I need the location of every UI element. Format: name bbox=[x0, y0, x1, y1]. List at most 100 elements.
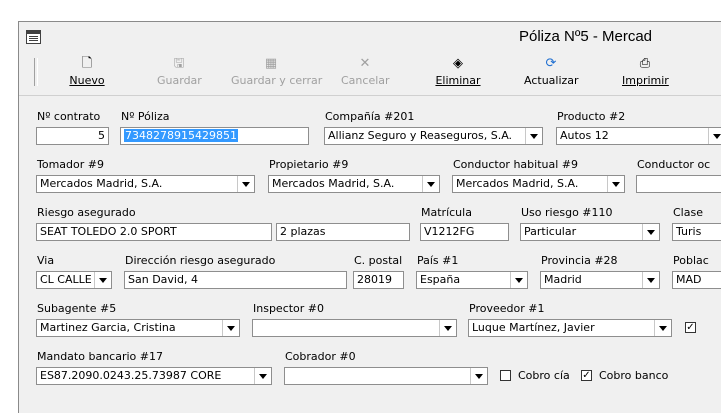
delete-button-label: Eliminar bbox=[435, 74, 481, 87]
holder-label: Tomador #9 bbox=[37, 158, 104, 171]
subagent-label: Subagente #5 bbox=[37, 302, 117, 315]
delete-button[interactable]: ◈ Eliminar bbox=[435, 56, 481, 92]
usual-driver-label: Conductor habitual #9 bbox=[453, 158, 578, 171]
owner-value: Mercados Madrid, S.A. bbox=[272, 177, 395, 190]
save-close-button[interactable]: ▦ Guardar y cerrar bbox=[231, 56, 323, 92]
product-select[interactable]: Autos 12 bbox=[556, 127, 721, 145]
postal-code-field[interactable]: 28019 bbox=[353, 271, 404, 289]
street-type-label: Via bbox=[37, 254, 55, 267]
window-title: Póliza Nº5 - Mercad bbox=[519, 28, 653, 45]
chevron-down-icon[interactable] bbox=[607, 176, 624, 192]
title-bar: Póliza Nº5 - Mercad bbox=[19, 22, 721, 50]
chevron-down-icon[interactable] bbox=[708, 128, 721, 144]
company-label: Compañía #201 bbox=[325, 110, 415, 123]
product-label: Producto #2 bbox=[557, 110, 626, 123]
toolbar: 🗋 Nuevo 🖫 Guardar ▦ Guardar y cerrar ✕ C… bbox=[19, 50, 721, 96]
chevron-down-icon[interactable] bbox=[654, 320, 671, 336]
occasional-driver-select[interactable] bbox=[636, 175, 721, 193]
town-select[interactable]: MAD bbox=[672, 271, 721, 289]
save-button-label: Guardar bbox=[157, 74, 202, 87]
company-select[interactable]: Allianz Seguro y Reaseguros, S.A. bbox=[324, 127, 543, 145]
occasional-driver-label: Conductor oc bbox=[637, 158, 711, 171]
country-value: España bbox=[420, 273, 461, 286]
chevron-down-icon[interactable] bbox=[642, 224, 659, 240]
risk-use-value: Particular bbox=[524, 225, 577, 238]
contract-number-field[interactable]: 5 bbox=[36, 127, 109, 145]
risk-use-select[interactable]: Particular bbox=[520, 223, 660, 241]
chevron-down-icon[interactable] bbox=[470, 368, 487, 384]
save-button[interactable]: 🖫 Guardar bbox=[157, 56, 202, 92]
bank-collection-label: Cobro banco bbox=[599, 369, 669, 382]
supplier-checkbox[interactable]: ✓ bbox=[685, 322, 696, 333]
plate-label: Matrícula bbox=[421, 206, 472, 219]
chevron-down-icon[interactable] bbox=[642, 272, 659, 288]
subagent-select[interactable]: Martinez Garcia, Cristina bbox=[36, 319, 240, 337]
cancel-button[interactable]: ✕ Cancelar bbox=[341, 56, 390, 92]
chevron-down-icon[interactable] bbox=[525, 128, 542, 144]
insured-risk-field[interactable]: SEAT TOLEDO 2.0 SPORT bbox=[36, 223, 272, 241]
print-button[interactable]: ⎙ Imprimir bbox=[622, 56, 669, 92]
street-type-select[interactable]: CL CALLE bbox=[36, 271, 112, 289]
country-select[interactable]: España bbox=[416, 271, 528, 289]
supplier-select[interactable]: Luque Martínez, Javier bbox=[468, 319, 672, 337]
chevron-down-icon[interactable] bbox=[439, 320, 456, 336]
bank-collection-checkbox[interactable]: ✓ bbox=[581, 370, 592, 381]
cancel-button-label: Cancelar bbox=[341, 74, 390, 87]
owner-select[interactable]: Mercados Madrid, S.A. bbox=[268, 175, 440, 193]
refresh-button[interactable]: ⟳ Actualizar bbox=[524, 56, 579, 92]
chevron-down-icon[interactable] bbox=[222, 320, 239, 336]
company-value: Allianz Seguro y Reaseguros, S.A. bbox=[328, 129, 513, 142]
save-icon: 🖫 bbox=[173, 56, 185, 71]
street-type-value: CL CALLE bbox=[40, 273, 92, 286]
policy-number-field[interactable]: 7348278915429851 bbox=[120, 127, 309, 145]
usual-driver-select[interactable]: Mercados Madrid, S.A. bbox=[452, 175, 625, 193]
postal-code-label: C. postal bbox=[354, 254, 403, 267]
policy-window: Póliza Nº5 - Mercad 🗋 Nuevo 🖫 Guardar ▦ … bbox=[18, 21, 721, 413]
province-label: Provincia #28 bbox=[541, 254, 618, 267]
subagent-value: Martinez Garcia, Cristina bbox=[40, 321, 176, 334]
insured-risk-label: Riesgo asegurado bbox=[37, 206, 136, 219]
toolbar-grip[interactable] bbox=[34, 58, 38, 86]
country-label: País #1 bbox=[417, 254, 459, 267]
policy-number-label: Nº Póliza bbox=[121, 110, 170, 123]
new-button[interactable]: 🗋 Nuevo bbox=[67, 56, 107, 92]
insured-risk-extra-field[interactable]: 2 plazas bbox=[276, 223, 410, 241]
policy-number-value: 7348278915429851 bbox=[124, 129, 238, 142]
product-value: Autos 12 bbox=[560, 129, 609, 142]
company-collection-checkbox[interactable] bbox=[500, 370, 511, 381]
refresh-button-label: Actualizar bbox=[524, 74, 579, 87]
province-value: Madrid bbox=[544, 273, 582, 286]
window-menu-icon[interactable] bbox=[26, 30, 41, 44]
risk-address-field[interactable]: San David, 4 bbox=[124, 271, 347, 289]
bank-mandate-label: Mandato bancario #17 bbox=[37, 350, 163, 363]
bank-mandate-select[interactable]: ES87.2090.0243.25.73987 CORE bbox=[36, 367, 272, 385]
class-select[interactable]: Turis bbox=[672, 223, 721, 241]
inspector-label: Inspector #0 bbox=[253, 302, 325, 315]
chevron-down-icon[interactable] bbox=[254, 368, 271, 384]
risk-use-label: Uso riesgo #110 bbox=[521, 206, 613, 219]
chevron-down-icon[interactable] bbox=[510, 272, 527, 288]
class-label: Clase bbox=[673, 206, 703, 219]
printer-icon: ⎙ bbox=[639, 56, 651, 71]
chevron-down-icon[interactable] bbox=[422, 176, 439, 192]
plate-field[interactable]: V1212FG bbox=[420, 223, 509, 241]
refresh-icon: ⟳ bbox=[545, 56, 557, 71]
chevron-down-icon[interactable] bbox=[237, 176, 254, 192]
collector-label: Cobrador #0 bbox=[285, 350, 356, 363]
policy-form: Nº contrato 5 Nº Póliza 7348278915429851… bbox=[19, 96, 721, 413]
inspector-select[interactable] bbox=[252, 319, 457, 337]
print-button-label: Imprimir bbox=[622, 74, 669, 87]
holder-value: Mercados Madrid, S.A. bbox=[40, 177, 163, 190]
province-select[interactable]: Madrid bbox=[540, 271, 660, 289]
cancel-icon: ✕ bbox=[359, 56, 371, 71]
contract-number-label: Nº contrato bbox=[37, 110, 101, 123]
holder-select[interactable]: Mercados Madrid, S.A. bbox=[36, 175, 255, 193]
supplier-label: Proveedor #1 bbox=[469, 302, 545, 315]
collector-select[interactable] bbox=[284, 367, 488, 385]
eraser-icon: ◈ bbox=[453, 56, 463, 71]
new-button-label: Nuevo bbox=[69, 74, 105, 87]
save-close-button-label: Guardar y cerrar bbox=[231, 74, 323, 87]
risk-address-label: Dirección riesgo asegurado bbox=[125, 254, 276, 267]
chevron-down-icon[interactable] bbox=[94, 272, 111, 288]
town-label: Poblac bbox=[673, 254, 709, 267]
